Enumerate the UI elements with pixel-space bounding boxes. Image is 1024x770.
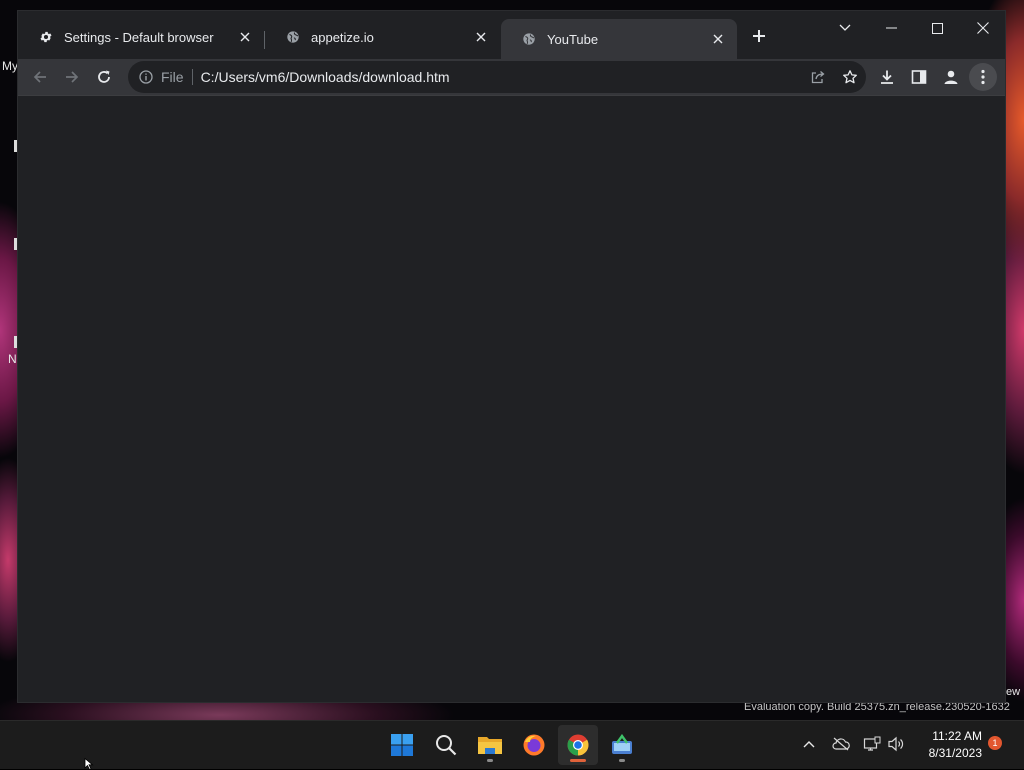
chevron-down-icon	[839, 24, 851, 31]
taskbar: 11:22 AM 8/31/2023	[0, 720, 1024, 769]
tab-search-button[interactable]	[822, 13, 868, 43]
minimize-icon	[885, 27, 897, 29]
browser-toolbar: File C:/Users/vm6/Downloads/download.htm	[18, 59, 1005, 96]
chevron-up-icon	[803, 741, 815, 748]
tab-strip: Settings - Default browser appetize.io Y…	[18, 11, 1005, 59]
file-explorer-icon	[478, 737, 502, 754]
url-text[interactable]: C:/Users/vm6/Downloads/download.htm	[201, 69, 450, 85]
search-button[interactable]	[426, 725, 466, 765]
chrome-icon	[567, 734, 589, 756]
chrome-button[interactable]	[558, 725, 598, 765]
back-button[interactable]	[26, 63, 54, 91]
desktop-icon-label[interactable]: My	[2, 59, 18, 73]
info-icon[interactable]	[138, 69, 154, 85]
running-indicator	[619, 759, 625, 762]
close-icon[interactable]	[472, 28, 490, 46]
kebab-menu-icon	[981, 69, 985, 85]
start-button[interactable]	[382, 725, 422, 765]
gear-icon	[38, 29, 54, 45]
mouse-cursor-icon	[84, 758, 94, 770]
clock-time: 11:22 AM	[932, 729, 982, 743]
arrow-left-icon	[33, 71, 46, 83]
onedrive-status-icon[interactable]	[830, 733, 852, 755]
side-panel-icon	[911, 70, 927, 84]
forward-button[interactable]	[58, 63, 86, 91]
url-scheme-label: File	[161, 69, 184, 85]
start-icon	[391, 734, 413, 756]
tab-appetize[interactable]: appetize.io	[265, 21, 500, 53]
maximize-icon	[931, 22, 943, 34]
globe-icon	[521, 31, 537, 47]
share-icon[interactable]	[802, 61, 834, 93]
close-icon[interactable]	[236, 28, 254, 46]
evaluation-watermark: Evaluation copy. Build 25375.zn_release.…	[744, 701, 1010, 713]
volume-icon[interactable]	[885, 733, 907, 755]
profile-button[interactable]	[937, 63, 965, 91]
show-hidden-icons-button[interactable]	[798, 733, 820, 755]
minimize-button[interactable]	[868, 13, 914, 43]
close-icon[interactable]	[709, 30, 727, 48]
downloads-button[interactable]	[873, 63, 901, 91]
file-explorer-button[interactable]	[470, 725, 510, 765]
taskbar-clock[interactable]: 11:22 AM 8/31/2023	[916, 728, 982, 762]
tab-title: Settings - Default browser	[64, 29, 214, 45]
running-indicator	[487, 759, 493, 762]
omnibox-divider	[191, 69, 193, 85]
app-icon	[612, 734, 632, 754]
tab-youtube[interactable]: YouTube	[501, 19, 737, 59]
globe-icon	[285, 29, 301, 45]
firefox-icon	[523, 734, 545, 756]
desktop-icon-label[interactable]: ew	[1006, 686, 1020, 698]
bookmark-star-icon[interactable]	[834, 61, 866, 93]
close-icon	[977, 22, 989, 34]
notification-badge[interactable]: 1	[988, 736, 1002, 750]
page-content-area[interactable]	[18, 96, 1005, 702]
person-icon	[944, 70, 958, 84]
download-icon	[881, 70, 893, 84]
plus-icon	[753, 30, 765, 42]
arrow-right-icon	[66, 71, 79, 83]
active-indicator	[570, 759, 586, 762]
tab-title: appetize.io	[311, 29, 374, 45]
network-icon[interactable]	[861, 733, 883, 755]
firefox-button[interactable]	[514, 725, 554, 765]
desktop-icon-label[interactable]: N	[8, 352, 17, 366]
address-bar[interactable]: File C:/Users/vm6/Downloads/download.htm	[128, 61, 866, 93]
search-icon	[436, 735, 457, 756]
new-tab-button[interactable]	[748, 25, 770, 47]
tab-title: YouTube	[547, 31, 599, 47]
app-button[interactable]	[602, 725, 642, 765]
reload-icon	[98, 70, 110, 83]
tab-settings[interactable]: Settings - Default browser	[18, 21, 264, 53]
maximize-button[interactable]	[914, 13, 960, 43]
browser-window: Settings - Default browser appetize.io Y…	[18, 11, 1005, 702]
menu-button[interactable]	[969, 63, 997, 91]
close-window-button[interactable]	[960, 13, 1006, 43]
side-panel-button[interactable]	[905, 63, 933, 91]
reload-button[interactable]	[90, 63, 118, 91]
clock-date: 8/31/2023	[928, 746, 982, 760]
